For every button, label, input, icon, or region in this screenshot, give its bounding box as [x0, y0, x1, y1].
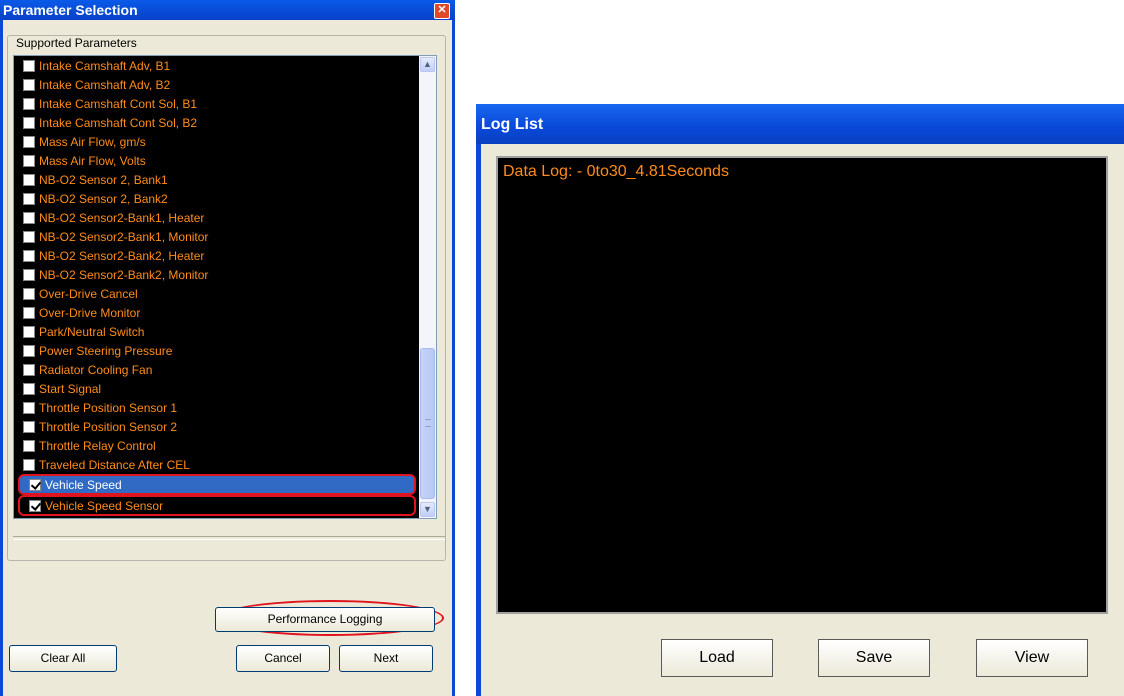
parameter-row[interactable]: NB-O2 Sensor2-Bank2, Heater — [14, 246, 418, 265]
parameter-checkbox[interactable] — [23, 325, 35, 338]
parameter-label: Over-Drive Cancel — [39, 286, 138, 301]
parameter-row[interactable]: Mass Air Flow, Volts — [14, 151, 418, 170]
parameter-label: NB-O2 Sensor2-Bank2, Monitor — [39, 267, 209, 282]
parameter-row[interactable]: Throttle Position Sensor 1 — [14, 398, 418, 417]
view-button[interactable]: View — [976, 639, 1088, 677]
parameter-row[interactable]: NB-O2 Sensor2-Bank2, Monitor — [14, 265, 418, 284]
parameter-row[interactable]: Vehicle Speed — [18, 474, 416, 495]
parameter-label: Traveled Distance After CEL — [39, 457, 190, 472]
parameter-row[interactable]: Radiator Cooling Fan — [14, 360, 418, 379]
parameter-row[interactable]: NB-O2 Sensor 2, Bank2 — [14, 189, 418, 208]
clear-all-button[interactable]: Clear All — [9, 645, 117, 672]
parameter-checkbox[interactable] — [23, 268, 35, 281]
parameter-row[interactable]: Intake Camshaft Adv, B2 — [14, 75, 418, 94]
parameter-label: Throttle Relay Control — [39, 438, 156, 453]
parameter-checkbox[interactable] — [23, 249, 35, 262]
parameter-checkbox[interactable] — [23, 230, 35, 243]
next-button[interactable]: Next — [339, 645, 433, 672]
parameter-label: Radiator Cooling Fan — [39, 362, 153, 377]
vertical-scrollbar[interactable]: ▲ ▼ — [419, 56, 436, 518]
parameter-row[interactable]: NB-O2 Sensor2-Bank1, Heater — [14, 208, 418, 227]
parameter-row[interactable]: Park/Neutral Switch — [14, 322, 418, 341]
parameter-checkbox[interactable] — [23, 135, 35, 148]
parameter-checkbox[interactable] — [23, 116, 35, 129]
parameter-checkbox[interactable] — [23, 458, 35, 471]
parameter-checkbox[interactable] — [23, 401, 35, 414]
parameter-label: Vehicle Speed — [45, 477, 122, 492]
log-window-client: Data Log: - 0to30_4.81Seconds Load Save … — [481, 144, 1124, 696]
parameter-checkbox[interactable] — [23, 344, 35, 357]
parameter-checkbox[interactable] — [23, 439, 35, 452]
parameter-label: NB-O2 Sensor2-Bank2, Heater — [39, 248, 205, 263]
parameter-label: Intake Camshaft Cont Sol, B2 — [39, 115, 198, 130]
separator-line — [13, 536, 445, 540]
parameter-row[interactable]: Traveled Distance After CEL — [14, 455, 418, 474]
parameter-window-titlebar[interactable]: Parameter Selection ✕ — [0, 0, 455, 20]
parameter-label: NB-O2 Sensor2-Bank1, Monitor — [39, 229, 209, 244]
parameter-checkbox[interactable] — [23, 363, 35, 376]
parameter-checkbox[interactable] — [23, 192, 35, 205]
load-button[interactable]: Load — [661, 639, 773, 677]
parameter-label: Park/Neutral Switch — [39, 324, 145, 339]
log-window-title: Log List — [481, 116, 544, 133]
parameter-checkbox[interactable] — [23, 420, 35, 433]
parameter-label: NB-O2 Sensor 2, Bank1 — [39, 172, 168, 187]
parameter-row[interactable]: Throttle Position Sensor 2 — [14, 417, 418, 436]
parameter-checkbox[interactable] — [23, 59, 35, 72]
parameter-label: Mass Air Flow, Volts — [39, 153, 146, 168]
parameter-row[interactable]: Throttle Relay Control — [14, 436, 418, 455]
parameter-label: Throttle Position Sensor 1 — [39, 400, 178, 415]
close-icon[interactable]: ✕ — [434, 3, 450, 19]
parameter-label: Intake Camshaft Adv, B1 — [39, 58, 171, 73]
parameter-row[interactable]: Over-Drive Cancel — [14, 284, 418, 303]
save-button[interactable]: Save — [818, 639, 930, 677]
parameter-checkbox[interactable] — [23, 211, 35, 224]
parameter-label: Start Signal — [39, 381, 102, 396]
performance-logging-button[interactable]: Performance Logging — [215, 607, 435, 632]
log-entry[interactable]: Data Log: - 0to30_4.81Seconds — [503, 163, 729, 181]
scroll-down-icon[interactable]: ▼ — [420, 502, 435, 517]
parameter-row[interactable]: NB-O2 Sensor2-Bank1, Monitor — [14, 227, 418, 246]
parameter-checkbox[interactable] — [23, 306, 35, 319]
parameter-row[interactable]: Intake Camshaft Cont Sol, B1 — [14, 94, 418, 113]
parameter-checkbox[interactable] — [23, 78, 35, 91]
parameter-checkbox[interactable] — [23, 154, 35, 167]
parameter-checkbox[interactable] — [23, 97, 35, 110]
parameter-label: Over-Drive Monitor — [39, 305, 141, 320]
supported-parameters-label: Supported Parameters — [13, 36, 140, 50]
parameter-label: Vehicle Speed Sensor — [45, 498, 164, 513]
parameter-selection-window: Parameter Selection ✕ Supported Paramete… — [0, 0, 455, 696]
parameter-label: Throttle Position Sensor 2 — [39, 419, 178, 434]
log-listbox[interactable]: Data Log: - 0to30_4.81Seconds — [496, 156, 1108, 614]
parameter-row[interactable]: Mass Air Flow, gm/s — [14, 132, 418, 151]
parameter-checkbox[interactable] — [23, 382, 35, 395]
parameter-row[interactable]: Start Signal — [14, 379, 418, 398]
parameter-window-client: Supported Parameters Intake Camshaft Adv… — [3, 20, 452, 696]
parameter-label: Power Steering Pressure — [39, 343, 173, 358]
parameter-list: Intake Camshaft Adv, B1 Intake Camshaft A… — [14, 56, 418, 516]
log-list-window: Log List Data Log: - 0to30_4.81Seconds L… — [476, 104, 1124, 696]
parameter-label: NB-O2 Sensor 2, Bank2 — [39, 191, 168, 206]
parameter-row[interactable]: Intake Camshaft Adv, B1 — [14, 56, 418, 75]
parameter-row[interactable]: Vehicle Speed Sensor — [18, 495, 416, 516]
scroll-thumb[interactable] — [420, 348, 435, 499]
parameter-row[interactable]: NB-O2 Sensor 2, Bank1 — [14, 170, 418, 189]
scroll-up-icon[interactable]: ▲ — [420, 57, 435, 72]
parameter-window-title: Parameter Selection — [3, 2, 138, 18]
log-window-titlebar[interactable]: Log List — [476, 104, 1124, 144]
parameter-checkbox[interactable] — [29, 499, 41, 512]
parameter-row[interactable]: Intake Camshaft Cont Sol, B2 — [14, 113, 418, 132]
parameter-label: Intake Camshaft Adv, B2 — [39, 77, 171, 92]
parameter-checkbox[interactable] — [23, 287, 35, 300]
parameter-label: Mass Air Flow, gm/s — [39, 134, 146, 149]
parameter-checkbox[interactable] — [23, 173, 35, 186]
parameter-listbox[interactable]: Intake Camshaft Adv, B1 Intake Camshaft A… — [13, 55, 437, 519]
parameter-label: NB-O2 Sensor2-Bank1, Heater — [39, 210, 205, 225]
cancel-button[interactable]: Cancel — [236, 645, 330, 672]
parameter-checkbox[interactable] — [29, 478, 41, 491]
parameter-label: Intake Camshaft Cont Sol, B1 — [39, 96, 198, 111]
parameter-row[interactable]: Power Steering Pressure — [14, 341, 418, 360]
parameter-row[interactable]: Over-Drive Monitor — [14, 303, 418, 322]
